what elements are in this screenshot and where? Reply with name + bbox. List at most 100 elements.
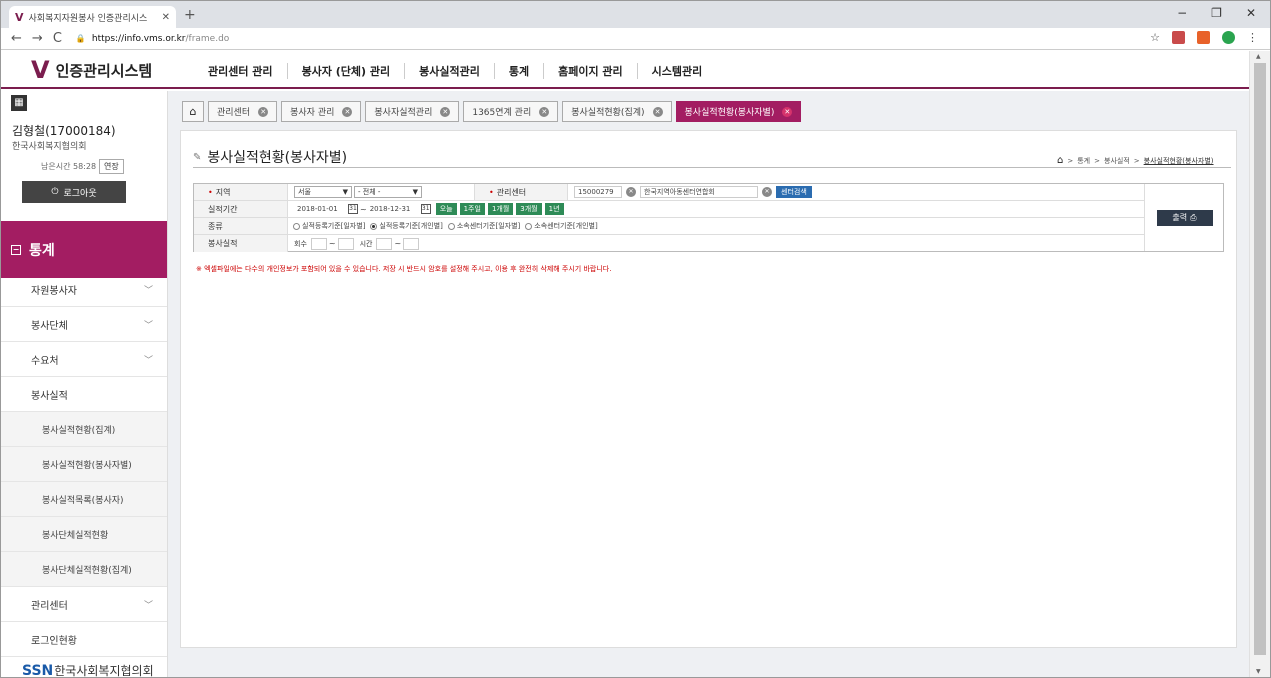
logo-mark: V	[31, 56, 50, 84]
sidebar-item[interactable]: 로그인현황	[1, 622, 167, 657]
quick-month-button[interactable]: 1개월	[487, 203, 514, 215]
type-radio[interactable]: 실적등록기준[개인별]	[370, 221, 443, 231]
sidebar-item[interactable]: 수요처 ﹀	[1, 342, 167, 377]
sidebar-subitem[interactable]: 봉사단체실적현황(집계)	[1, 552, 167, 587]
chevron-down-icon: ﹀	[143, 600, 153, 611]
close-icon[interactable]: ✕	[539, 106, 550, 117]
extension-icon[interactable]	[1172, 31, 1185, 44]
type-radio[interactable]: 소속센터기준[일자별]	[447, 221, 520, 231]
sidebar-category: − 통계	[1, 221, 167, 278]
profile-icon[interactable]	[1222, 31, 1235, 44]
back-icon[interactable]: ←	[11, 31, 22, 46]
extend-button[interactable]: 연장	[99, 159, 124, 174]
page-tab[interactable]: 봉사실적현황(집계) ✕	[562, 101, 672, 122]
clear-name-icon[interactable]: ✕	[762, 187, 772, 197]
sidebar-item[interactable]: 봉사단체 ﹀	[1, 307, 167, 342]
page-tab[interactable]: 봉사자 관리 ✕	[281, 101, 362, 122]
url-path: /frame.do	[185, 33, 230, 44]
count-from-field[interactable]	[310, 237, 327, 250]
page-tab-active[interactable]: 봉사실적현황(봉사자별) ✕	[675, 101, 802, 122]
gnb-item[interactable]: 시스템관리	[636, 63, 717, 79]
home-icon[interactable]: ⌂	[1057, 155, 1063, 166]
sidebar-subitem[interactable]: 봉사실적목록(봉사자)	[1, 482, 167, 517]
close-icon[interactable]: ✕	[258, 106, 269, 117]
gnb-item[interactable]: 봉사자 (단체) 관리	[286, 63, 405, 79]
center-code-field[interactable]: 15000279	[574, 186, 622, 198]
restore-icon[interactable]: ❐	[1211, 6, 1222, 20]
menu-icon[interactable]: ⋮	[1247, 31, 1258, 44]
scroll-up-icon[interactable]: ▲	[1256, 53, 1261, 60]
sidebar-item[interactable]: 관리센터 ﹀	[1, 587, 167, 622]
power-icon: ⏻	[51, 187, 59, 197]
close-icon[interactable]: ✕	[652, 106, 663, 117]
type-radio[interactable]: 소속센터기준[개인별]	[525, 221, 598, 231]
scroll-thumb[interactable]	[1254, 63, 1266, 655]
calendar-icon[interactable]: 31	[348, 204, 358, 214]
sidebar-subitem[interactable]: 봉사단체실적현황	[1, 517, 167, 552]
date-from-field[interactable]: 2018-01-01	[294, 203, 346, 215]
footer-logo-mark: SSN	[22, 663, 54, 678]
breadcrumb-item[interactable]: 통계	[1077, 156, 1090, 166]
region-select[interactable]: 서울 ▼	[294, 186, 352, 198]
extension-icon[interactable]	[1197, 31, 1210, 44]
sidebar-item-label: 봉사실적목록(봉사자)	[42, 495, 124, 506]
close-window-icon[interactable]: ✕	[1246, 6, 1256, 20]
star-icon[interactable]: ☆	[1150, 31, 1160, 44]
close-icon[interactable]: ✕	[342, 106, 353, 117]
close-tab-icon[interactable]: ✕	[162, 12, 170, 23]
browser-tab-bar: V 사회복지자원봉사 인증관리시스 ✕ + − ❐ ✕	[1, 1, 1270, 28]
page-tab-label: 봉사자 관리	[290, 108, 335, 118]
quick-today-button[interactable]: 오늘	[435, 203, 457, 215]
region-sub-select[interactable]: - 전체 - ▼	[354, 186, 422, 198]
center-name-field[interactable]: 한국지역아동센터연합회	[640, 186, 758, 198]
address-bar: ← → C 🔒 https://info.vms.or.kr/frame.do …	[1, 28, 1270, 50]
hours-to-field[interactable]	[403, 237, 420, 250]
sidebar-item[interactable]: 자원봉사자 ﹀	[1, 272, 167, 307]
quick-year-button[interactable]: 1년	[544, 203, 564, 215]
printer-icon: ⎙	[1190, 212, 1197, 222]
scroll-down-icon[interactable]: ▼	[1256, 668, 1261, 675]
print-button[interactable]: 출력 ⎙	[1156, 209, 1213, 226]
hours-from-field[interactable]	[376, 237, 393, 250]
close-icon[interactable]: ✕	[782, 106, 793, 117]
minimize-icon[interactable]: −	[1177, 6, 1187, 20]
new-tab-icon[interactable]: +	[184, 7, 196, 23]
site-header: V 인증관리시스템 관리센터 관리 봉사자 (단체) 관리 봉사실적관리 통계 …	[1, 51, 1249, 89]
date-to-field[interactable]: 2018-12-31	[366, 203, 419, 215]
page-tab[interactable]: 관리센터 ✕	[208, 101, 278, 122]
quick-3month-button[interactable]: 3개월	[516, 203, 542, 215]
grid-menu-icon[interactable]: ▦	[11, 95, 27, 111]
close-icon[interactable]: ✕	[440, 106, 451, 117]
vertical-scrollbar[interactable]: ▲ ▼	[1249, 51, 1270, 677]
center-search-button[interactable]: 센터검색	[776, 186, 812, 198]
perf-label: 봉사실적	[194, 235, 288, 252]
site-logo[interactable]: V 인증관리시스템	[31, 58, 152, 82]
type-radio[interactable]: 실적등록기준[일자별]	[293, 221, 365, 231]
count-to-field[interactable]	[337, 237, 354, 250]
page-tab[interactable]: 1365연계 관리 ✕	[463, 101, 559, 122]
calendar-icon[interactable]: 31	[420, 204, 431, 214]
forward-icon[interactable]: →	[32, 31, 43, 46]
logout-button[interactable]: ⏻ 로그아웃	[22, 181, 126, 203]
sidebar-subitem[interactable]: 봉사실적현황(집계)	[1, 412, 167, 447]
region-sub-value: - 전체 -	[358, 188, 381, 196]
home-tab[interactable]: ⌂	[182, 101, 204, 122]
breadcrumb-current[interactable]: 봉사실적현황(봉사자별)	[1144, 156, 1214, 166]
sidebar-subitem[interactable]: 봉사실적현황(봉사자별)	[1, 447, 167, 482]
clear-code-icon[interactable]: ✕	[626, 187, 636, 197]
reload-icon[interactable]: C	[53, 31, 62, 46]
page-tab[interactable]: 봉사자실적관리 ✕	[365, 101, 460, 122]
browser-tab[interactable]: V 사회복지자원봉사 인증관리시스 ✕	[9, 6, 176, 28]
sidebar-item-label: 자원봉사자	[31, 285, 77, 297]
breadcrumb-item[interactable]: 봉사실적	[1104, 156, 1130, 166]
gnb-item[interactable]: 봉사실적관리	[404, 63, 494, 79]
gnb-item[interactable]: 관리센터 관리	[194, 63, 287, 79]
gnb-item[interactable]: 홈페이지 관리	[543, 63, 637, 79]
url-field[interactable]: 🔒 https://info.vms.or.kr/frame.do	[76, 34, 229, 44]
sidebar-item[interactable]: 봉사실적	[1, 377, 167, 412]
center-label: 관리센터	[474, 184, 568, 200]
search-form: 지역 서울 ▼ - 전체 - ▼ 관리센터 15000279 ✕ 한국지역아동센터연…	[193, 183, 1224, 252]
quick-week-button[interactable]: 1주일	[459, 203, 485, 215]
page-tab-label: 봉사자실적관리	[374, 108, 433, 118]
gnb-item[interactable]: 통계	[493, 63, 543, 79]
